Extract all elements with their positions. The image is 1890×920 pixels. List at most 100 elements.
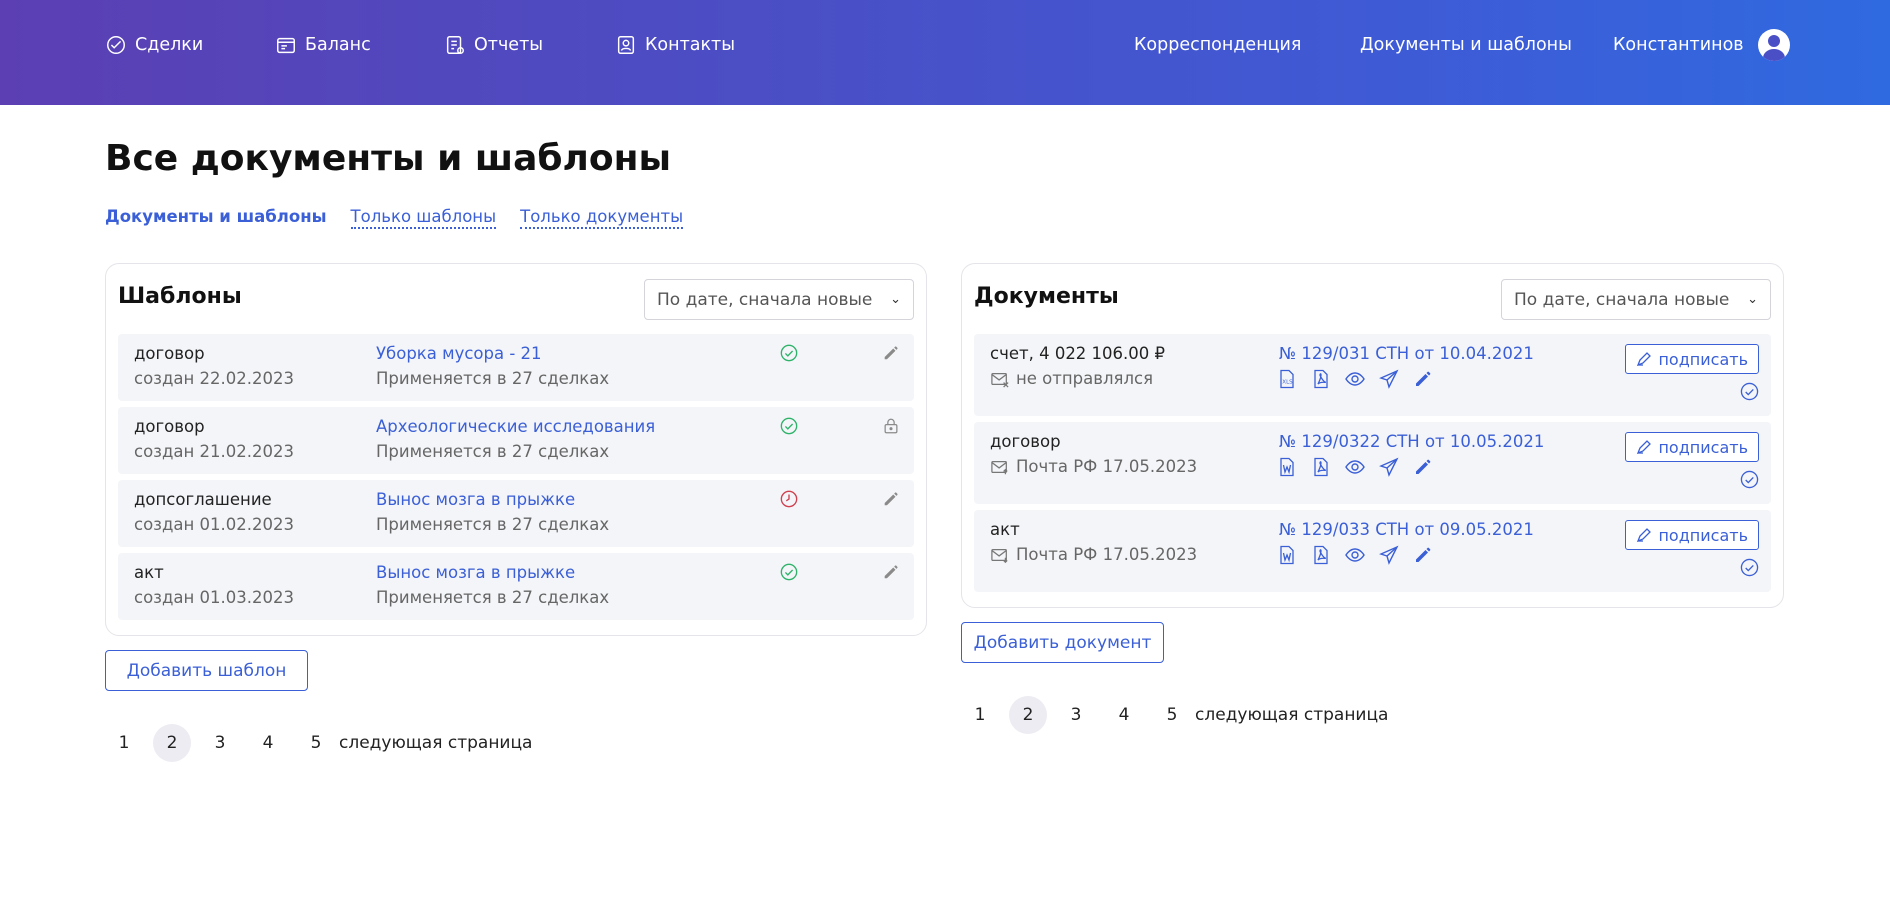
- word-file-icon[interactable]: [1277, 545, 1297, 565]
- nav-correspondence-label: Корреспонденция: [1134, 35, 1302, 55]
- check-circle-icon: [1740, 470, 1759, 489]
- pencil-icon[interactable]: [1413, 545, 1433, 565]
- page-link-current[interactable]: 2: [1009, 696, 1047, 734]
- template-row[interactable]: допсоглашение создан 01.02.2023 Вынос мо…: [118, 480, 914, 547]
- page-link[interactable]: 4: [249, 724, 287, 762]
- pencil-icon[interactable]: [882, 563, 900, 581]
- pencil-icon[interactable]: [882, 490, 900, 508]
- signature-pen-icon: [1637, 440, 1652, 455]
- document-row[interactable]: договор Почта РФ 17.05.2023 № 129/0322 С…: [974, 422, 1771, 504]
- document-number-link[interactable]: № 129/033 СТН от 09.05.2021: [1279, 520, 1534, 539]
- sign-button[interactable]: подписать: [1625, 432, 1759, 462]
- signature-pen-icon: [1637, 352, 1652, 367]
- nav-contacts[interactable]: Контакты: [615, 30, 735, 60]
- page-link[interactable]: 3: [1057, 696, 1095, 734]
- template-type: акт: [134, 563, 164, 582]
- xls-file-icon[interactable]: XLS: [1277, 369, 1297, 389]
- document-actions: XLS: [1277, 369, 1433, 389]
- sign-button[interactable]: подписать: [1625, 520, 1759, 550]
- nav-deals[interactable]: Сделки: [105, 30, 203, 60]
- document-number-link[interactable]: № 129/031 СТН от 10.04.2021: [1279, 344, 1534, 363]
- check-circle-icon: [780, 417, 798, 435]
- nav-reports[interactable]: Отчеты: [444, 30, 543, 60]
- template-row[interactable]: договор создан 22.02.2023 Уборка мусора …: [118, 334, 914, 401]
- documents-sort-value: По дате, сначала новые: [1514, 289, 1730, 310]
- documents-card: Документы По дате, сначала новые ⌄ счет,…: [961, 263, 1784, 608]
- check-circle-icon: [780, 563, 798, 581]
- eye-icon[interactable]: [1345, 457, 1365, 477]
- add-document-button[interactable]: Добавить документ: [961, 622, 1164, 663]
- template-name-link[interactable]: Археологические исследования: [376, 417, 655, 436]
- page-link[interactable]: 3: [201, 724, 239, 762]
- pdf-file-icon[interactable]: [1311, 457, 1331, 477]
- wallet-icon: [277, 37, 295, 54]
- eye-icon[interactable]: [1345, 369, 1365, 389]
- nav-docs-templates[interactable]: Документы и шаблоны: [1360, 30, 1572, 60]
- page-link[interactable]: 5: [1153, 696, 1191, 734]
- template-usage: Применяется в 27 сделках: [376, 442, 610, 461]
- eye-icon[interactable]: [1345, 545, 1365, 565]
- send-icon[interactable]: [1379, 457, 1399, 477]
- top-navbar: Сделки Баланс Отчеты Контакты Корреспонд…: [0, 0, 1890, 105]
- template-row[interactable]: договор создан 21.02.2023 Археологически…: [118, 407, 914, 474]
- chevron-down-icon: ⌄: [1747, 292, 1758, 307]
- chevron-down-icon: ⌄: [890, 292, 901, 307]
- document-actions: [1277, 457, 1433, 477]
- template-type: договор: [134, 344, 205, 363]
- sign-button[interactable]: подписать: [1625, 344, 1759, 374]
- user-menu[interactable]: Константинов: [1613, 29, 1790, 61]
- send-icon[interactable]: [1379, 369, 1399, 389]
- nav-deals-label: Сделки: [135, 35, 204, 55]
- documents-sort-select[interactable]: По дате, сначала новые ⌄: [1501, 279, 1771, 320]
- next-page-link[interactable]: следующая страница: [339, 733, 532, 753]
- tab-documents-only[interactable]: Только документы: [520, 207, 684, 229]
- sign-button-label: подписать: [1658, 525, 1748, 545]
- templates-title: Шаблоны: [118, 284, 242, 309]
- report-icon: [446, 36, 464, 54]
- pencil-icon[interactable]: [1413, 457, 1433, 477]
- lock-icon: [884, 418, 898, 434]
- nav-balance[interactable]: Баланс: [275, 30, 371, 60]
- pdf-file-icon[interactable]: [1311, 545, 1331, 565]
- page-link[interactable]: 1: [961, 696, 999, 734]
- tab-templates-only[interactable]: Только шаблоны: [350, 207, 497, 229]
- page-link-current[interactable]: 2: [153, 724, 191, 762]
- page-link[interactable]: 5: [297, 724, 335, 762]
- page-link[interactable]: 1: [105, 724, 143, 762]
- document-send-status: Почта РФ 17.05.2023: [990, 457, 1197, 476]
- templates-pagination: 1 2 3 4 5 следующая страница: [105, 724, 532, 762]
- send-icon[interactable]: [1379, 545, 1399, 565]
- document-number-link[interactable]: № 129/0322 СТН от 10.05.2021: [1279, 432, 1544, 451]
- svg-text:XLS: XLS: [1282, 380, 1293, 386]
- mail-received-icon: [991, 548, 1008, 563]
- document-row[interactable]: акт Почта РФ 17.05.2023 № 129/033 СТН от…: [974, 510, 1771, 592]
- nav-correspondence[interactable]: Корреспонденция: [1134, 30, 1301, 60]
- document-type: акт: [990, 520, 1020, 539]
- template-created: создан 01.02.2023: [134, 515, 294, 534]
- template-name-link[interactable]: Вынос мозга в прыжке: [376, 563, 575, 582]
- filter-tabs: Документы и шаблоны Только шаблоны Тольк…: [105, 207, 684, 229]
- tab-docs-and-templates[interactable]: Документы и шаблоны: [105, 207, 327, 229]
- check-circle-icon: [1740, 382, 1759, 401]
- page-link[interactable]: 4: [1105, 696, 1143, 734]
- pdf-file-icon[interactable]: [1311, 369, 1331, 389]
- template-type: договор: [134, 417, 205, 436]
- sign-button-label: подписать: [1658, 437, 1748, 457]
- pencil-icon[interactable]: [882, 344, 900, 362]
- template-usage: Применяется в 27 сделках: [376, 515, 610, 534]
- template-name-link[interactable]: Вынос мозга в прыжке: [376, 490, 575, 509]
- document-send-label: Почта РФ 17.05.2023: [1016, 545, 1198, 564]
- documents-title: Документы: [974, 284, 1119, 309]
- document-send-label: Почта РФ 17.05.2023: [1016, 457, 1198, 476]
- template-row[interactable]: акт создан 01.03.2023 Вынос мозга в прыж…: [118, 553, 914, 620]
- next-page-link[interactable]: следующая страница: [1195, 705, 1388, 725]
- word-file-icon[interactable]: [1277, 457, 1297, 477]
- document-send-status: не отправлялся: [990, 369, 1153, 388]
- pencil-icon[interactable]: [1413, 369, 1433, 389]
- nav-reports-label: Отчеты: [474, 35, 544, 55]
- add-template-button[interactable]: Добавить шаблон: [105, 650, 308, 691]
- template-name-link[interactable]: Уборка мусора - 21: [376, 344, 542, 363]
- document-row[interactable]: счет, 4 022 106.00 ₽ не отправлялся № 12…: [974, 334, 1771, 416]
- nav-docs-templates-label: Документы и шаблоны: [1360, 35, 1572, 55]
- templates-sort-select[interactable]: По дате, сначала новые ⌄: [644, 279, 914, 320]
